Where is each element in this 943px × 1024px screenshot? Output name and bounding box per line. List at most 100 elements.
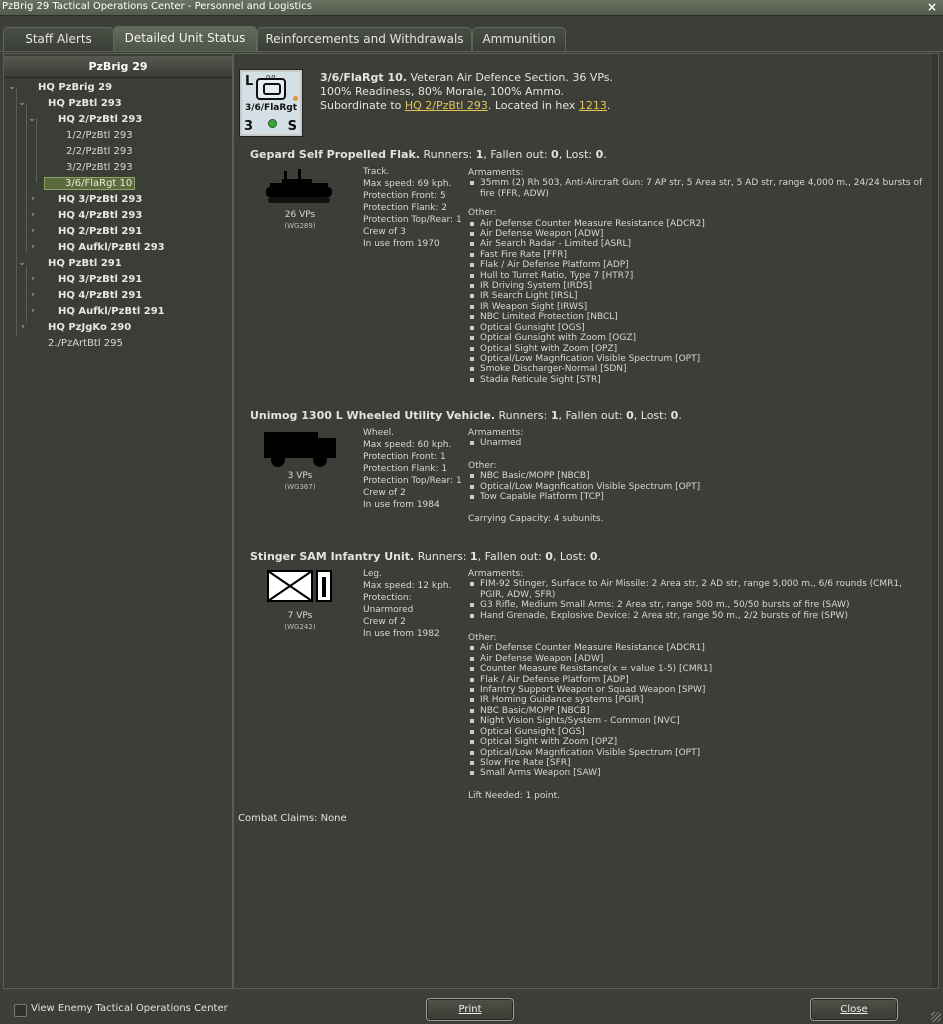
list-item: Optical/Low Magnfication Visible Spectru… [468,748,923,758]
list-item: Flak / Air Defense Platform [ADP] [468,260,923,270]
list-item: NBC Basic/MOPP [NBCB] [468,471,923,481]
tree-item[interactable]: ⌄ HQ PzBrig 29 [8,80,112,95]
tree-item[interactable]: 2./PzArtBtl 295 [48,336,123,351]
list-item: Small Arms Weapon [SAW] [468,768,923,778]
vehicle-specs: Track. Max speed: 69 kph. Protection Fro… [363,167,462,249]
tree-guide-line [26,266,27,322]
list-item: Air Defense Counter Measure Resistance [… [468,219,923,229]
vehicle-vps: 3 VPs [287,471,313,481]
vehicle-specs: Leg. Max speed: 12 kph. Protection: Unar… [363,569,452,639]
tree-guide-line [36,118,37,182]
list-item: Infantry Support Weapon or Squad Weapon … [468,685,923,695]
list-item: Counter Measure Resistance(x = value 1-5… [468,664,923,674]
list-item: IR Weapon Sight [IRWS] [468,302,923,312]
view-enemy-label: View Enemy Tactical Operations Center [31,1003,228,1014]
tank-silhouette-icon [266,169,332,203]
list-item: NBC Basic/MOPP [NBCB] [468,706,923,716]
vehicle-armaments: Armaments: 35mm (2) Rh 503, Anti-Aircraf… [468,168,923,385]
vehicle-title: Unimog 1300 L Wheeled Utility Vehicle. R… [250,409,682,422]
list-item: Fast Fire Rate [FFR] [468,250,923,260]
unit-counter-icon: L oo 3/6/FlaRgt 3 S [240,70,302,136]
tab-ammunition[interactable]: Ammunition [472,27,566,51]
list-item: Optical Gunsight with Zoom [OGZ] [468,333,923,343]
list-item: Air Defense Counter Measure Resistance [… [468,643,923,653]
list-item: Optical/Low Magnfication Visible Spectru… [468,482,923,492]
list-item: Hull to Turret Ratio, Type 7 [HTR7] [468,271,923,281]
chevron-right-icon[interactable]: › [28,304,38,319]
parent-unit-link[interactable]: HQ 2/PzBtl 293 [405,99,488,112]
list-item: IR Homing Guidance systems [PGIR] [468,695,923,705]
title-bar: PzBrig 29 Tactical Operations Center - P… [0,0,943,15]
list-item: FIM-92 Stinger, Surface to Air Missile: … [468,579,923,600]
air-defense-symbol-icon [256,78,286,100]
vehicle-title: Stinger SAM Infantry Unit. Runners: 1, F… [250,550,601,563]
print-button[interactable]: Print [426,998,514,1021]
hex-link[interactable]: 1213 [579,99,607,112]
list-item: Slow Fire Rate [SFR] [468,758,923,768]
view-enemy-checkbox[interactable] [14,1004,27,1017]
truck-silhouette-icon [264,432,336,467]
close-button[interactable]: Close [810,998,898,1021]
list-item: Optical Gunsight [OGS] [468,727,923,737]
tree-item[interactable]: › HQ 4/PzBtl 291 [31,288,142,303]
vertical-scrollbar[interactable] [932,54,938,988]
combat-claims: Combat Claims: None [238,813,347,824]
chevron-down-icon[interactable]: ⌄ [17,96,27,111]
vehicle-armaments: Armaments: Unarmed Other: NBC Basic/MOPP… [468,428,923,525]
unit-header: 3/6/FlaRgt 10. Veteran Air Defence Secti… [320,71,613,85]
list-item: IR Driving System [IRDS] [468,281,923,291]
tree-item[interactable]: › HQ PzJgKo 290 [21,320,131,335]
list-item: Stadia Reticule Sight [STR] [468,375,923,385]
tree-item[interactable]: 1/2/PzBtl 293 [66,128,133,143]
tree-item[interactable]: › HQ 3/PzBtl 291 [31,272,142,287]
tab-divider [0,51,943,52]
tree-item[interactable]: › HQ Aufkl/PzBtl 293 [31,240,165,255]
footer-bar: View Enemy Tactical Operations Center Pr… [0,989,943,1024]
vehicle-armaments: Armaments: FIM-92 Stinger, Surface to Ai… [468,569,923,801]
tree-item[interactable]: ⌄ HQ 2/PzBtl 293 [28,112,142,127]
tree-item-selected[interactable]: 3/6/FlaRgt 10 [44,176,136,191]
list-item: Air Defense Weapon [ADW] [468,654,923,664]
chevron-right-icon[interactable]: › [28,192,38,207]
tree-item[interactable]: › HQ Aufkl/PzBtl 291 [31,304,165,319]
title-divider [0,15,943,16]
tree-header: PzBrig 29 [4,56,232,78]
tree-item[interactable]: › HQ 4/PzBtl 293 [31,208,142,223]
chevron-right-icon[interactable]: › [28,240,38,255]
tree-guide-line [16,88,17,336]
counter-strength: 3 [244,119,254,134]
tab-staff-alerts[interactable]: Staff Alerts [3,27,114,51]
tree-item[interactable]: › HQ 3/PzBtl 293 [31,192,142,207]
chevron-down-icon[interactable]: ⌄ [7,80,17,95]
vehicle-vps: 7 VPs [287,611,313,621]
tree-item[interactable]: 2/2/PzBtl 293 [66,144,133,159]
carrying-capacity: Carrying Capacity: 4 subunits. [468,514,604,525]
resize-grip-icon[interactable] [931,1012,941,1022]
chevron-right-icon[interactable]: › [28,272,38,287]
chevron-down-icon[interactable]: ⌄ [17,256,27,271]
unit-status: 100% Readiness, 80% Morale, 100% Ammo. [320,85,565,98]
tree-item[interactable]: 3/2/PzBtl 293 [66,160,133,175]
unit-name: 3/6/FlaRgt 10. [320,71,407,84]
tab-detailed-unit-status[interactable]: Detailed Unit Status [113,26,257,52]
list-item: Air Search Radar - Limited [ASRL] [468,239,923,249]
window-title: PzBrig 29 Tactical Operations Center - P… [2,1,312,12]
tab-bar: Staff Alerts Detailed Unit Status Reinfo… [0,26,943,52]
list-item: G3 Rifle, Medium Small Arms: 2 Area str,… [468,600,923,610]
unit-description: Veteran Air Defence Section. 36 VPs. [406,71,614,84]
tree-item[interactable]: ⌄ HQ PzBtl 291 [18,256,121,271]
list-item: Unarmed [468,438,923,448]
unit-tree-panel: PzBrig 29 ⌄ HQ PzBrig 29 ⌄ HQ PzBtl 293 … [3,53,233,989]
chevron-down-icon[interactable]: ⌄ [27,112,37,127]
tab-reinforcements-withdrawals[interactable]: Reinforcements and Withdrawals [257,27,472,51]
chevron-right-icon[interactable]: › [18,320,28,335]
tree-item[interactable]: › HQ 2/PzBtl 291 [31,224,142,239]
tree-item[interactable]: ⌄ HQ PzBtl 293 [18,96,121,111]
window-close-icon[interactable]: × [927,0,937,14]
list-item: Optical Sight with Zoom [OPZ] [468,737,923,747]
vehicle-vps: 26 VPs [284,210,316,220]
chevron-right-icon[interactable]: › [28,288,38,303]
chevron-right-icon[interactable]: › [28,208,38,223]
chevron-right-icon[interactable]: › [28,224,38,239]
list-item: Optical Gunsight [OGS] [468,323,923,333]
